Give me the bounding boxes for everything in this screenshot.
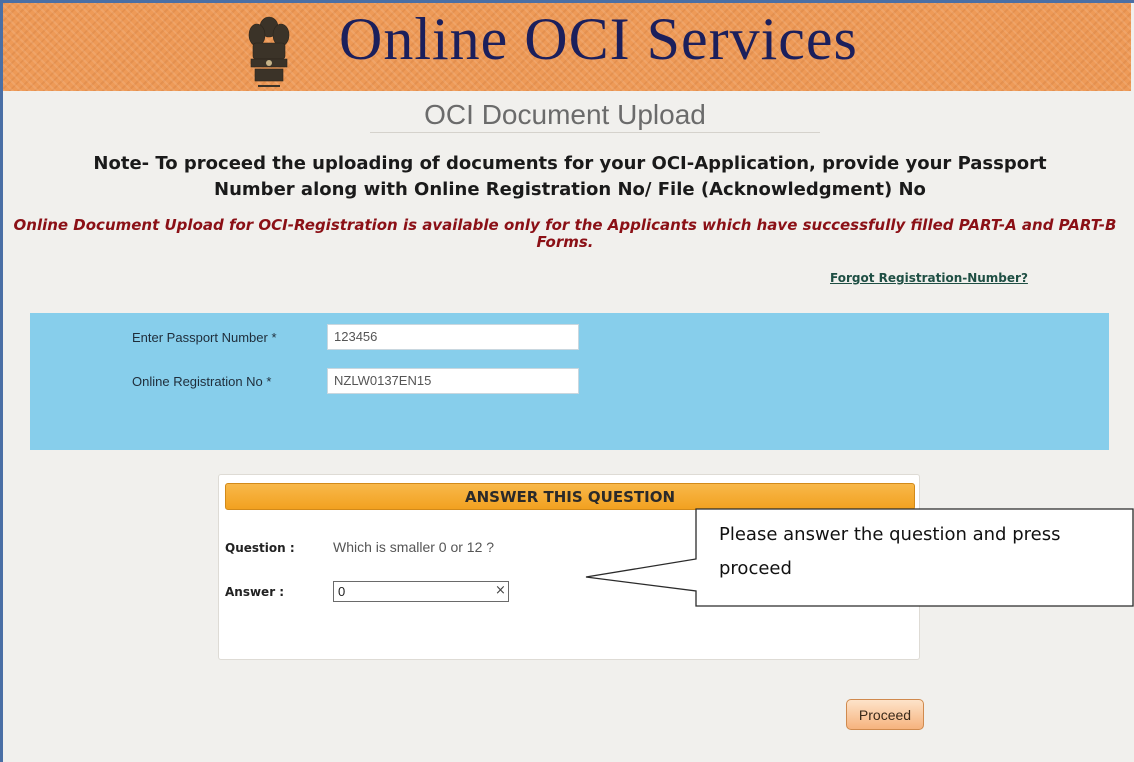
answer-input[interactable]: 0 — [333, 581, 509, 602]
passport-number-input[interactable]: 123456 — [327, 324, 579, 350]
instruction-note: Note- To proceed the uploading of docume… — [93, 153, 1047, 200]
main-content: OCI Document Upload Note- To proceed the… — [10, 91, 1120, 762]
passport-number-label: Enter Passport Number * — [132, 330, 277, 345]
answer-label: Answer : — [225, 585, 285, 599]
national-emblem-icon — [248, 16, 290, 87]
eligibility-warning: Online Document Upload for OCI-Registrat… — [13, 216, 1117, 251]
registration-number-label: Online Registration No * — [132, 374, 272, 389]
forgot-registration-link[interactable]: Forgot Registration-Number? — [830, 271, 1028, 285]
site-header: Online OCI Services — [3, 3, 1131, 91]
subtitle-divider — [370, 132, 820, 133]
page-subtitle: OCI Document Upload — [424, 99, 706, 130]
credentials-panel: Enter Passport Number * 123456 Online Re… — [30, 313, 1109, 450]
clear-icon[interactable]: × — [495, 583, 506, 598]
question-label: Question : — [225, 541, 295, 555]
callout-text: Please answer the question and press pro… — [719, 524, 1061, 579]
registration-number-input[interactable]: NZLW0137EN15 — [327, 368, 579, 394]
proceed-button[interactable]: Proceed — [846, 699, 924, 730]
question-text: Which is smaller 0 or 12 ? — [333, 539, 495, 555]
site-title: Online OCI Services — [339, 6, 858, 72]
